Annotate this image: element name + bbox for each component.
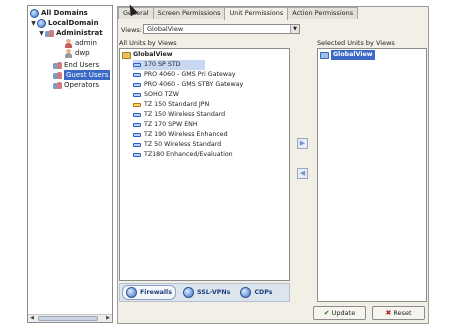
unit-label: SOHO TZW: [144, 91, 180, 98]
unit-item[interactable]: SOHO TZW: [133, 90, 179, 100]
unit-item[interactable]: TZ 50 Wireless Standard: [133, 140, 221, 150]
tree-item-all-domains[interactable]: All Domains: [30, 8, 88, 18]
user-icon: [64, 48, 73, 58]
globe-icon: [30, 8, 39, 18]
firewall-device-icon: [133, 143, 141, 147]
tree-item-operators[interactable]: Operators: [53, 80, 99, 90]
unit-label: TZ180 Enhanced/Evaluation: [144, 151, 233, 158]
firewall-icon: [126, 287, 137, 298]
scrollbar-thumb[interactable]: [38, 316, 98, 321]
tree-item-label: admin: [75, 39, 97, 47]
users-icon: [53, 71, 62, 80]
firewall-device-icon: [133, 113, 141, 117]
expand-toggle-icon[interactable]: ▼: [30, 19, 37, 28]
cdp-icon: [240, 287, 252, 298]
unit-item[interactable]: TZ 150 Wireless Standard: [133, 110, 225, 120]
unit-root-label: GlobalView: [133, 51, 173, 58]
domain-tree[interactable]: All Domains ▼ LocalDomain ▼ Administrat …: [27, 5, 113, 323]
unit-item[interactable]: PRO 4060 - GMS Pri Gateway: [133, 70, 236, 80]
selected-units-list[interactable]: GlobalView: [317, 48, 427, 302]
tree-item-end-users[interactable]: End Users: [53, 60, 99, 70]
users-icon: [53, 61, 62, 70]
firewall-device-icon: [133, 153, 141, 157]
tree-item-administrators[interactable]: ▼ Administrat: [38, 28, 103, 38]
unit-label: PRO 4060 - GMS Pri Gateway: [144, 71, 236, 78]
tree-item-label: Administrat: [56, 29, 103, 37]
firewall-device-icon: [133, 73, 141, 77]
unit-item[interactable]: 170 SP STD: [133, 60, 205, 70]
expand-toggle-icon[interactable]: ▼: [38, 29, 45, 38]
type-label: SSL-VPNs: [196, 289, 231, 296]
unit-item[interactable]: TZ 170 SPW ENH: [133, 120, 198, 130]
add-unit-button[interactable]: ▶: [297, 138, 308, 149]
checkmark-icon: ✔: [323, 309, 330, 317]
ssl-vpns-type-button[interactable]: SSL-VPNs: [180, 285, 233, 300]
unit-item[interactable]: PRO 4060 - GMS STBY Gateway: [133, 80, 243, 90]
scroll-right-icon[interactable]: ▶: [104, 315, 112, 322]
unit-item[interactable]: TZ 190 Wireless Enhanced: [133, 130, 228, 140]
tree-item-localdomain[interactable]: ▼ LocalDomain: [30, 18, 99, 28]
views-select[interactable]: GlobalView ▼: [143, 24, 300, 34]
unit-label: TZ 150 Standard JPN: [144, 101, 210, 108]
tree-item-label: All Domains: [41, 9, 88, 17]
views-select-value: GlobalView: [147, 25, 184, 33]
globe-icon: [37, 18, 46, 28]
scroll-left-icon[interactable]: ◀: [28, 315, 36, 322]
all-units-label: All Units by Views: [119, 39, 177, 47]
unit-label: PRO 4060 - GMS STBY Gateway: [144, 81, 244, 88]
folder-icon: [122, 51, 131, 59]
tab-action-permissions[interactable]: Action Permissions: [287, 7, 359, 19]
tab-bar: General Screen Permissions Unit Permissi…: [118, 7, 359, 20]
remove-unit-button[interactable]: ◀: [297, 168, 308, 179]
selected-unit-label: GlobalView: [331, 50, 375, 60]
unit-type-bar: Firewalls SSL-VPNs CDPs: [119, 283, 290, 302]
unit-item[interactable]: TZ180 Enhanced/Evaluation: [133, 150, 233, 160]
unit-label: TZ 50 Wireless Standard: [144, 141, 222, 148]
close-icon: ✖: [385, 309, 392, 317]
firewall-device-icon: [133, 103, 141, 107]
views-label: Views:: [121, 26, 143, 34]
unit-label: TZ 170 SPW ENH: [144, 121, 198, 128]
tree-horizontal-scrollbar[interactable]: ◀ ▶: [28, 314, 112, 322]
reset-button[interactable]: ✖ Reset: [372, 306, 425, 320]
tab-unit-permissions[interactable]: Unit Permissions: [224, 7, 289, 20]
all-units-list[interactable]: GlobalView 170 SP STD PRO 4060 - GMS Pri…: [119, 48, 290, 281]
ssl-vpn-icon: [182, 287, 194, 298]
firewall-device-icon: [133, 93, 141, 97]
unit-label: 170 SP STD: [144, 61, 181, 68]
firewall-device-icon: [133, 63, 141, 67]
tree-item-label: Operators: [64, 81, 99, 89]
tab-screen-permissions[interactable]: Screen Permissions: [152, 7, 226, 19]
update-button[interactable]: ✔ Update: [313, 306, 366, 320]
tree-item-label: End Users: [64, 61, 100, 69]
firewall-device-icon: [133, 133, 141, 137]
folder-icon: [320, 51, 329, 59]
cdps-type-button[interactable]: CDPs: [237, 285, 275, 300]
reset-label: Reset: [393, 309, 412, 317]
tree-item-admin[interactable]: admin: [64, 38, 97, 48]
unit-item[interactable]: TZ 150 Standard JPN: [133, 100, 209, 110]
firewalls-type-button[interactable]: Firewalls: [122, 285, 176, 300]
users-icon: [53, 81, 62, 90]
selected-units-label: Selected Units by Views: [317, 39, 395, 47]
tree-item-dwp[interactable]: dwp: [64, 48, 90, 58]
firewall-device-icon: [133, 123, 141, 127]
type-label: CDPs: [254, 289, 273, 296]
selected-unit-item[interactable]: GlobalView: [320, 50, 375, 60]
type-label: Firewalls: [140, 289, 172, 296]
tree-item-label: Guest Users: [64, 70, 111, 80]
chevron-down-icon[interactable]: ▼: [290, 25, 299, 33]
tree-item-label: LocalDomain: [48, 19, 99, 27]
unit-label: TZ 150 Wireless Standard: [144, 111, 226, 118]
user-icon: [64, 38, 73, 48]
users-icon: [45, 29, 54, 38]
unit-tree-root[interactable]: GlobalView: [122, 50, 173, 60]
tree-item-guest-users[interactable]: Guest Users: [53, 70, 111, 80]
firewall-device-icon: [133, 83, 141, 87]
update-label: Update: [331, 309, 356, 317]
permissions-panel: General Screen Permissions Unit Permissi…: [117, 6, 429, 324]
tree-item-label: dwp: [75, 49, 90, 57]
unit-label: TZ 190 Wireless Enhanced: [144, 131, 228, 138]
